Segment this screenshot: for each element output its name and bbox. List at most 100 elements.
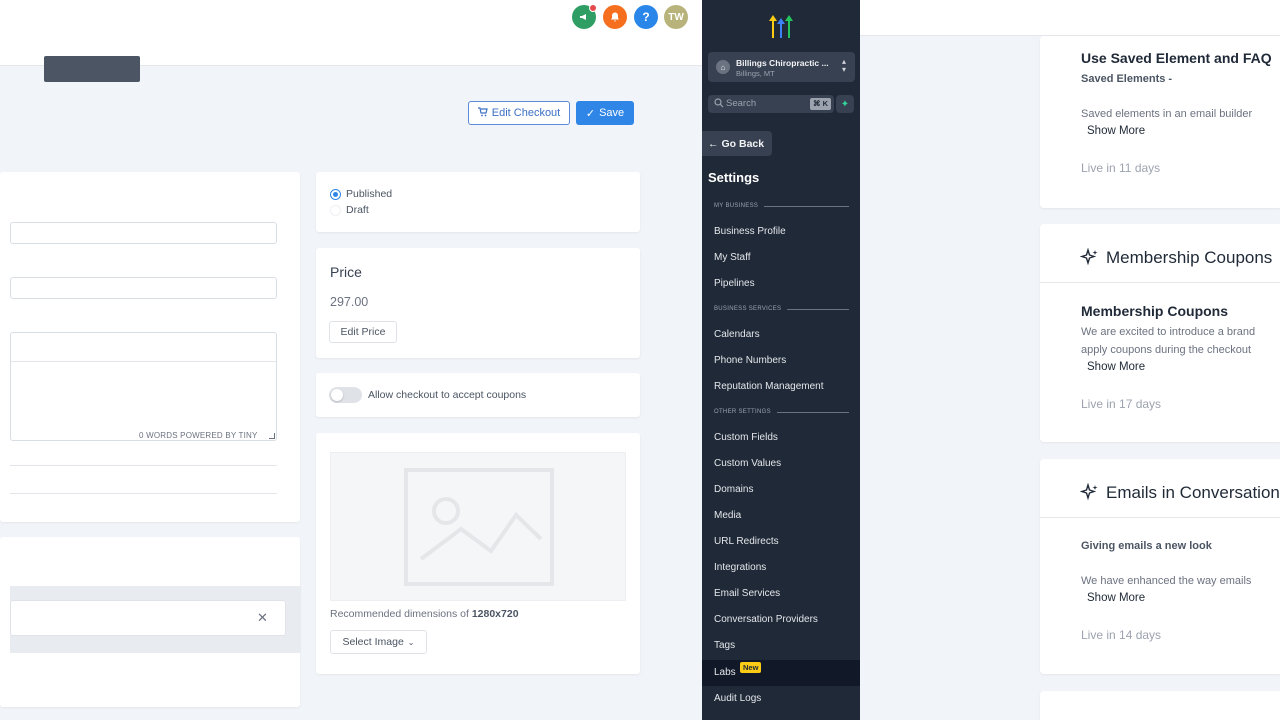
show-more-link[interactable]: Show More: [1087, 125, 1145, 137]
section-divider: [787, 308, 849, 310]
radio-selected[interactable]: [330, 188, 341, 200]
sidebar-item-calendars[interactable]: Calendars: [714, 329, 760, 340]
close-icon[interactable]: ✕: [257, 610, 268, 626]
check-icon: ✓: [585, 107, 596, 120]
lab-feature-live-date: Live in 17 days: [1081, 397, 1162, 411]
divider: [10, 465, 277, 466]
search-placeholder: Search: [726, 98, 757, 109]
description-editor[interactable]: [10, 332, 277, 441]
edit-price-button[interactable]: Edit Price: [329, 321, 397, 343]
editor-word-count: 0 WORDS POWERED BY TINY: [139, 431, 258, 440]
section-divider: [776, 411, 849, 413]
section-label: MY BUSINESS: [714, 203, 759, 209]
coupons-toggle[interactable]: [329, 387, 362, 403]
editor-toolbar-divider: [11, 361, 276, 362]
name-input[interactable]: [10, 222, 277, 244]
search-icon: [714, 98, 724, 108]
sidebar-item-email-services[interactable]: Email Services: [714, 588, 780, 599]
sidebar-item-domains[interactable]: Domains: [714, 484, 753, 495]
chevron-down-icon: ⌄: [407, 637, 415, 647]
sidebar-item-my-staff[interactable]: My Staff: [714, 252, 751, 263]
url-input[interactable]: [10, 277, 277, 299]
sidebar-item-media[interactable]: Media: [714, 510, 741, 521]
resize-handle[interactable]: [269, 433, 275, 439]
chevron-updown-icon: ▴ ▾: [842, 57, 847, 74]
card-divider: [1040, 282, 1280, 283]
megaphone-icon[interactable]: [572, 4, 597, 29]
divider: [10, 493, 277, 494]
lab-feature-card: [1040, 691, 1280, 720]
sidebar-search[interactable]: Search ⌘ K: [708, 95, 834, 113]
lab-feature-header-label: Membership Coupons: [1106, 248, 1273, 267]
published-label: Published: [346, 188, 393, 200]
bolt-icon[interactable]: ✦: [836, 95, 854, 113]
lab-feature-title: Use Saved Element and FAQ: [1081, 50, 1272, 66]
section-my-business: MY BUSINESS: [714, 203, 849, 209]
sidebar-item-integrations[interactable]: Integrations: [714, 562, 766, 573]
show-more-link[interactable]: Show More: [1087, 592, 1145, 604]
option-input[interactable]: [10, 600, 286, 636]
card-divider: [1040, 517, 1280, 518]
bell-icon[interactable]: [603, 5, 627, 29]
select-image-button[interactable]: Select Image ⌄: [330, 630, 427, 654]
location-switcher[interactable]: ⌂ Billings Chiropractic ... Billings, MT…: [708, 52, 855, 82]
settings-sidebar: ⌂ Billings Chiropractic ... Billings, MT…: [702, 0, 860, 720]
edit-checkout-button[interactable]: Edit Checkout: [468, 101, 570, 125]
status-card: [316, 172, 640, 232]
lab-feature-description: We are excited to introduce a brand: [1081, 326, 1256, 338]
draft-label: Draft: [346, 204, 369, 216]
lab-feature-description: Saved elements in an email builder: [1081, 108, 1253, 120]
lab-feature-live-date: Live in 11 days: [1081, 161, 1161, 175]
labs-header: [860, 0, 1280, 36]
recommended-dimensions-prefix: Recommended dimensions of: [330, 608, 472, 620]
location-name: Billings Chiropractic ...: [736, 58, 829, 68]
sidebar-item-business-profile[interactable]: Business Profile: [714, 226, 786, 237]
sidebar-item-pipelines[interactable]: Pipelines: [714, 278, 755, 289]
avatar[interactable]: TW: [664, 5, 688, 29]
sidebar-item-conversation-providers[interactable]: Conversation Providers: [714, 614, 818, 625]
sidebar-item-url-redirects[interactable]: URL Redirects: [714, 536, 779, 547]
labs-pane: Use Saved Element and FAQ Saved Elements…: [860, 0, 1280, 720]
help-icon[interactable]: ?: [634, 5, 658, 29]
lab-feature-header: Membership Coupons: [1080, 248, 1272, 268]
recommended-dimensions: Recommended dimensions of 1280x720: [330, 608, 519, 620]
edit-checkout-label: Edit Checkout: [491, 107, 561, 119]
sidebar-item-phone-numbers[interactable]: Phone Numbers: [714, 355, 786, 366]
sparkle-icon: [1080, 483, 1098, 501]
price-value: 297.00: [330, 295, 369, 309]
image-placeholder[interactable]: [330, 452, 626, 601]
lab-feature-header-label: Emails in Conversations: [1106, 483, 1280, 502]
section-divider: [764, 205, 849, 207]
go-back-button[interactable]: ← Go Back: [702, 131, 772, 156]
section-label: OTHER SETTINGS: [714, 409, 771, 415]
show-more-link[interactable]: Show More: [1087, 361, 1145, 373]
lab-feature-subtitle: Giving emails a new look: [1081, 540, 1212, 552]
lab-feature-description: apply coupons during the checkout: [1081, 344, 1252, 356]
sidebar-item-tags[interactable]: Tags: [714, 640, 735, 651]
coupons-toggle-label: Allow checkout to accept coupons: [368, 389, 527, 401]
sidebar-item-reputation-management[interactable]: Reputation Management: [714, 381, 824, 392]
radio-unselected[interactable]: [330, 204, 341, 216]
section-label: BUSINESS SERVICES: [714, 306, 782, 312]
sidebar-item-audit-logs[interactable]: Audit Logs: [714, 693, 761, 704]
lab-feature-card: Emails in Conversations Giving emails a …: [1040, 459, 1280, 674]
select-image-label: Select Image: [342, 636, 404, 648]
brand-logo: [769, 15, 793, 38]
draft-option[interactable]: Draft: [330, 204, 369, 216]
lab-feature-title: Membership Coupons: [1081, 303, 1229, 319]
sidebar-item-custom-fields[interactable]: Custom Fields: [714, 432, 778, 443]
checkout-editor-pane: ? TW Edit Checkout ✓ Save 0 WORDS POWERE…: [0, 0, 702, 720]
sidebar-item-labs[interactable]: Labs: [714, 667, 736, 678]
go-back-label: Go Back: [721, 137, 765, 150]
location-icon: ⌂: [716, 60, 730, 74]
published-option[interactable]: Published: [330, 188, 392, 200]
notification-dot: [589, 4, 597, 12]
lab-feature-header: Emails in Conversations: [1080, 483, 1280, 503]
location-subtitle: Billings, MT: [736, 69, 775, 78]
save-button[interactable]: ✓ Save: [576, 101, 634, 125]
image-placeholder-icon: [404, 468, 554, 586]
price-title: Price: [330, 264, 362, 280]
settings-title: Settings: [708, 170, 760, 185]
sidebar-item-custom-values[interactable]: Custom Values: [714, 458, 781, 469]
recommended-dimensions-value: 1280x720: [471, 608, 519, 620]
